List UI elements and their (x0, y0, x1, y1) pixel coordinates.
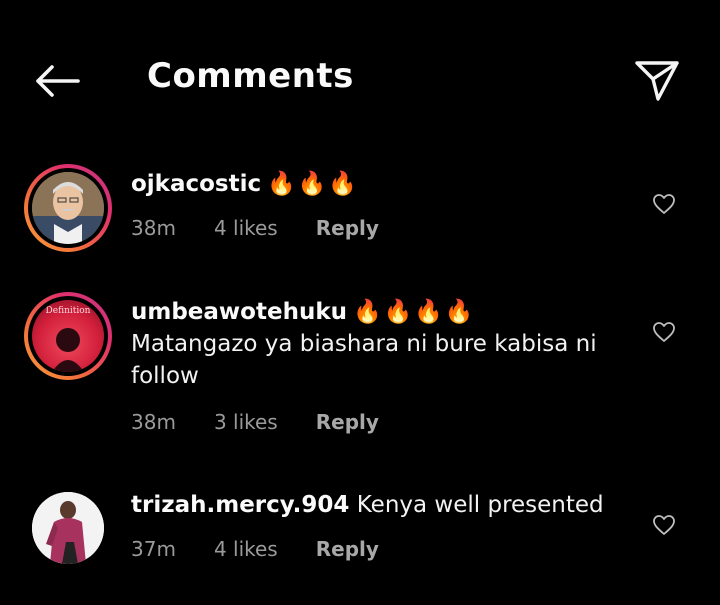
comment-text: trizah.mercy.904 Kenya well presented (131, 489, 631, 521)
comment-username[interactable]: umbeawotehuku (131, 299, 347, 325)
comment-time: 38m (131, 216, 176, 240)
comment-meta: 38m 4 likes Reply (131, 216, 417, 240)
reply-button[interactable]: Reply (316, 410, 379, 434)
back-button[interactable] (28, 58, 84, 104)
comment-likes[interactable]: 4 likes (214, 216, 278, 240)
fire-emoji: 🔥🔥🔥🔥 (352, 299, 476, 325)
profile-photo (32, 172, 104, 244)
heart-icon[interactable] (652, 320, 676, 344)
heart-icon[interactable] (652, 192, 676, 216)
comment-text: umbeawotehuku 🔥🔥🔥🔥 Matangazo ya biashara … (131, 296, 631, 392)
page-title: Comments (147, 56, 354, 96)
heart-icon[interactable] (652, 513, 676, 537)
share-button[interactable] (630, 56, 684, 106)
comment-likes[interactable]: 4 likes (214, 537, 278, 561)
avatar-caption: Definition (45, 306, 91, 316)
comment-message: Matangazo ya biashara ni bure kabisa ni … (131, 331, 597, 389)
arrow-left-icon (36, 65, 80, 97)
comment-username[interactable]: ojkacostic (131, 171, 261, 197)
avatar[interactable] (24, 164, 112, 252)
comment-text: ojkacostic 🔥🔥🔥 (131, 168, 631, 200)
comment-likes[interactable]: 3 likes (214, 410, 278, 434)
comment-meta: 37m 4 likes Reply (131, 537, 417, 561)
reply-button[interactable]: Reply (316, 216, 379, 240)
comment-message: Kenya well presented (356, 492, 604, 518)
comment-time: 37m (131, 537, 176, 561)
fire-emoji: 🔥🔥🔥 (267, 171, 360, 197)
comment-meta: 38m 3 likes Reply (131, 410, 417, 434)
comment-time: 38m (131, 410, 176, 434)
header: Comments (0, 0, 720, 160)
avatar[interactable]: Definition (24, 292, 112, 380)
reply-button[interactable]: Reply (316, 537, 379, 561)
avatar[interactable] (24, 484, 112, 572)
comment-username[interactable]: trizah.mercy.904 (131, 492, 349, 518)
paper-plane-icon (635, 61, 679, 101)
profile-photo (32, 492, 104, 564)
